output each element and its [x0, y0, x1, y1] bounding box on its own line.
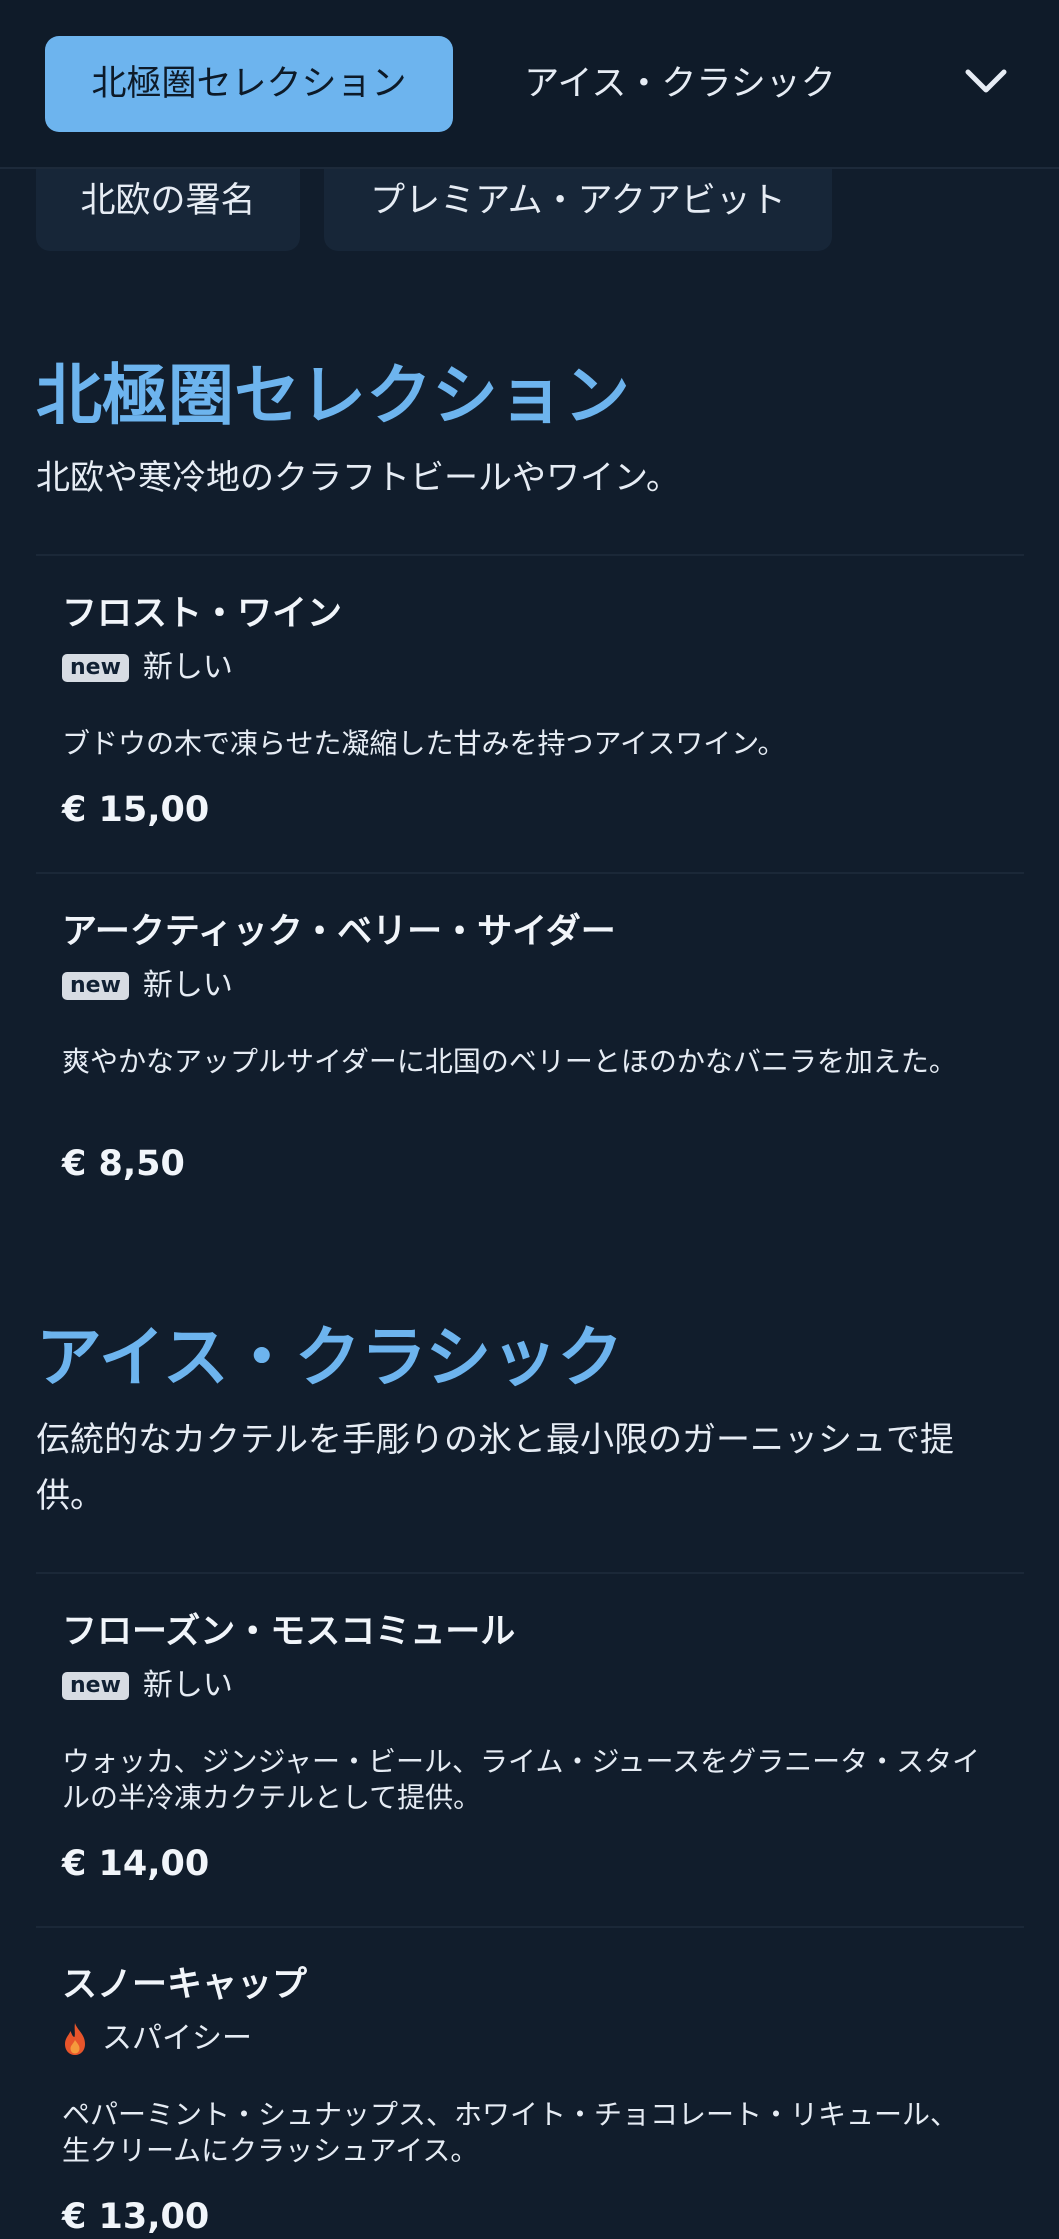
new-badge: new: [62, 972, 129, 1000]
menu-item[interactable]: フロスト・ワイン new 新しい ブドウの木で凍らせた凝縮した甘みを持つアイスワ…: [62, 592, 982, 852]
flame-icon: [65, 2023, 85, 2055]
new-badge: new: [62, 654, 129, 682]
item-description: ペパーミント・シュナップス、ホワイト・チョコレート・リキュール、生クリームにクラ…: [62, 2098, 959, 2167]
tab-arctic-selection[interactable]: 北極圏セレクション: [45, 36, 453, 132]
item-tag: new 新しい: [62, 966, 233, 1006]
tag-label: 新しい: [142, 650, 233, 685]
item-price: € 13,00: [62, 2197, 210, 2237]
item-price: € 8,50: [62, 1144, 185, 1184]
menu-item[interactable]: フローズン・モスコミュール new 新しい ウォッカ、ジンジャー・ビール、ライム…: [62, 1610, 982, 1900]
tag-label: 新しい: [142, 968, 233, 1003]
item-tag: new 新しい: [62, 1666, 233, 1706]
item-description: ウォッカ、ジンジャー・ビール、ライム・ジュースをグラニータ・スタイルの半冷凍カク…: [62, 1745, 981, 1814]
tab-nordic-signatures[interactable]: 北欧の署名: [36, 169, 300, 251]
tag-label: 新しい: [142, 1668, 233, 1703]
menu-item[interactable]: スノーキャップ スパイシー ペパーミント・シュナップス、ホワイト・チョコレート・…: [62, 1963, 982, 2237]
tag-label: スパイシー: [102, 2021, 252, 2056]
item-tag: new 新しい: [62, 648, 233, 688]
item-description: 爽やかなアップルサイダーに北国のベリーとほのかなバニラを加えた。: [62, 1045, 957, 1078]
divider: [36, 554, 1024, 556]
tab-premium-aquavit[interactable]: プレミアム・アクアビット: [324, 169, 832, 251]
section-title-arctic: 北極圏セレクション: [36, 357, 630, 434]
item-price: € 15,00: [62, 790, 210, 830]
section-description-ice-classics: 伝統的なカクテルを手彫りの氷と最小限のガーニッシュで提供。: [36, 1420, 954, 1516]
new-badge: new: [62, 1672, 129, 1700]
divider: [36, 1926, 1024, 1928]
item-name: スノーキャップ: [62, 1965, 308, 2005]
divider: [36, 872, 1024, 874]
item-price: € 14,00: [62, 1844, 210, 1884]
section-title-ice-classics: アイス・クラシック: [36, 1319, 624, 1396]
tab-ice-classics[interactable]: アイス・クラシック: [490, 36, 870, 132]
item-name: アークティック・ベリー・サイダー: [62, 912, 616, 952]
item-name: フロスト・ワイン: [62, 594, 343, 634]
section-description-arctic: 北欧や寒冷地のクラフトビールやワイン。: [36, 458, 680, 498]
item-description: ブドウの木で凍らせた凝縮した甘みを持つアイスワイン。: [62, 727, 786, 760]
divider: [36, 1572, 1024, 1574]
category-nav: 北極圏セレクション アイス・クラシック: [0, 0, 1059, 169]
item-name: フローズン・モスコミュール: [62, 1612, 516, 1652]
item-tag: スパイシー: [62, 2019, 252, 2059]
menu-item[interactable]: アークティック・ベリー・サイダー new 新しい 爽やかなアップルサイダーに北国…: [62, 910, 982, 1200]
chevron-down-icon[interactable]: [962, 62, 1010, 102]
subcategory-tabs: 北欧の署名 プレミアム・アクアビット: [0, 169, 1059, 253]
